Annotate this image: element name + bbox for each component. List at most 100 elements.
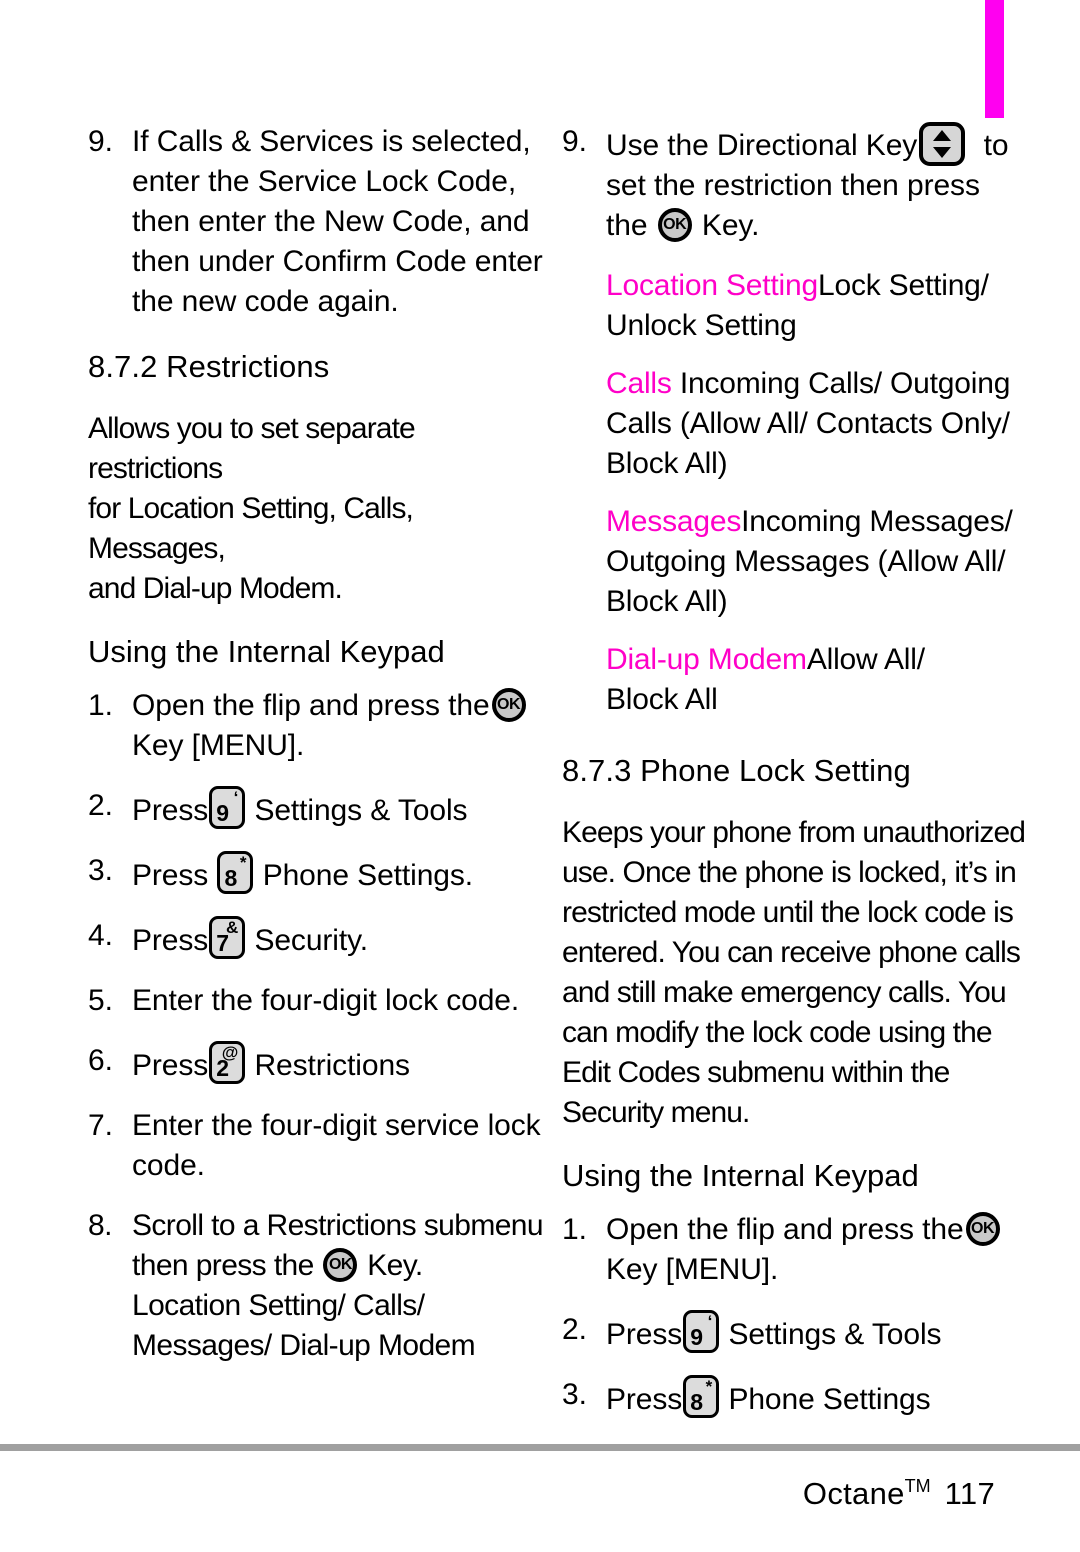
subheading-using-internal-keypad: Using the Internal Keypad	[562, 1158, 919, 1193]
step-text-after: Settings & Tools	[728, 1318, 942, 1351]
step-text-line3: Location Setting/ Calls/	[132, 1289, 425, 1322]
step-number: 6.	[88, 1044, 113, 1077]
body-line2: use. Once the phone is locked, it’s in	[562, 856, 1017, 889]
option-value-line1: Allow All/	[806, 643, 925, 676]
key-symbol: @	[221, 1043, 239, 1062]
option-calls: Calls Incoming Calls/ Outgoing Calls (Al…	[562, 364, 1027, 484]
step-number: 9.	[88, 125, 113, 158]
ok-key-icon: OK	[323, 1248, 358, 1282]
step-number: 9.	[562, 125, 587, 158]
keypad-8-icon: 8 *	[683, 1375, 720, 1418]
ok-key-icon: OK	[491, 688, 526, 722]
step-text: Enter the four-digit service lock	[132, 1109, 541, 1142]
page-number: 117	[944, 1476, 995, 1511]
step-3: 3. Press 8 * Phone Settings	[562, 1375, 1027, 1420]
option-value-line2: Unlock Setting	[606, 309, 797, 342]
subheading-using-internal-keypad: Using the Internal Keypad	[88, 634, 445, 669]
step-5: 5. Enter the four-digit lock code.	[88, 981, 553, 1021]
step-8: 8. Scroll to a Restrictions submenu then…	[88, 1206, 553, 1366]
key-symbol: ‘	[707, 1312, 713, 1331]
step-number: 3.	[562, 1378, 587, 1411]
left-column: 9. If Calls & Services is selected, ente…	[88, 122, 553, 1386]
option-location-setting: Location SettingLock Setting/ Unlock Set…	[562, 266, 1027, 346]
step-text-after: Restrictions	[254, 1049, 410, 1082]
step-text-line2: Key [MENU].	[132, 729, 305, 762]
body-line4: entered. You can receive phone calls	[562, 936, 1021, 969]
key-symbol: ‘	[233, 788, 239, 807]
arrow-down-icon	[933, 147, 952, 158]
option-dial-up-modem: Dial-up ModemAllow All/ Block All	[562, 640, 1027, 720]
directional-key-icon	[919, 122, 966, 166]
keypad-7-icon: 7 &	[209, 916, 246, 959]
option-value-line1: Incoming Calls/ Outgoing	[671, 367, 1011, 400]
step-text-after: Settings & Tools	[254, 794, 468, 827]
step-text: Open the flip and press the	[606, 1213, 964, 1246]
body-line7: Edit Codes submenu within the	[562, 1056, 950, 1089]
key-number: 9	[216, 800, 229, 826]
step-1: 1. Open the flip and press the OK Key [ME…	[562, 1210, 1027, 1290]
product-name: Octane	[802, 1476, 905, 1511]
step-text: Press	[132, 1049, 209, 1082]
left-continued-step-list: 9. If Calls & Services is selected, ente…	[88, 122, 553, 322]
step-text-after: Security.	[254, 924, 369, 957]
option-messages: MessagesIncoming Messages/ Outgoing Mess…	[562, 502, 1027, 622]
step-text: Open the flip and press the	[132, 689, 490, 722]
step-text-line1: If Calls & Services is selected,	[132, 125, 531, 158]
arrow-up-icon	[933, 130, 952, 141]
step-text-line2: enter the Service Lock Code,	[132, 165, 517, 198]
step-text-after: Phone Settings.	[262, 859, 474, 892]
body-line3: restricted mode until the lock code is	[562, 896, 1014, 929]
manual-page: 9. If Calls & Services is selected, ente…	[0, 0, 1080, 1552]
body-line6: can modify the lock code using the	[562, 1016, 993, 1049]
key-symbol: *	[239, 853, 247, 872]
keypad-8-icon: 8 *	[217, 851, 254, 894]
step-text: Press	[606, 1318, 683, 1351]
option-key: Messages	[606, 505, 742, 538]
step-text-line4: then under Confirm Code enter	[132, 245, 543, 278]
body-line3: and Dial-up Modem.	[88, 572, 343, 605]
step-text: Press	[606, 1383, 683, 1416]
step-text-line4: Messages/ Dial-up Modem	[132, 1329, 476, 1362]
step-text: Press	[132, 794, 209, 827]
step-number: 8.	[88, 1209, 112, 1242]
step-1: 1. Open the flip and press the OK Key [ME…	[88, 686, 553, 766]
step-9-continued: 9. If Calls & Services is selected, ente…	[88, 122, 553, 322]
step-text-line2: then press the OK Key.	[132, 1246, 553, 1286]
step-number: 2.	[88, 789, 113, 822]
footer: OctaneTM 117	[0, 1466, 995, 1514]
step-number: 5.	[88, 984, 113, 1017]
step-text: Press	[132, 924, 209, 957]
step-text-line2: set the restriction then press	[606, 169, 980, 202]
key-number: 9	[690, 1324, 703, 1350]
step-text-line3-before: the	[606, 209, 648, 242]
option-key: Calls	[606, 367, 672, 400]
body-line5: and still make emergency calls. You	[562, 976, 1007, 1009]
section-8-7-3-body: Keeps your phone from unauthorized use. …	[562, 813, 1027, 1133]
step-number: 3.	[88, 854, 113, 887]
keypad-9-icon: 9 ‘	[683, 1310, 720, 1353]
option-key: Dial-up Modem	[606, 643, 807, 676]
step-number: 4.	[88, 919, 113, 952]
body-line1: Keeps your phone from unauthorized	[562, 816, 1026, 849]
trademark-symbol: TM	[904, 1476, 931, 1496]
step-2: 2. Press 9 ‘ Settings & Tools	[88, 786, 553, 831]
section-8-7-2-body: Allows you to set separate restrictions …	[88, 409, 553, 609]
step-text-line2: code.	[132, 1149, 205, 1182]
keypad-9-icon: 9 ‘	[209, 786, 246, 829]
option-value-line2: Block All	[606, 683, 718, 716]
body-line2: for Location Setting, Calls, Messages,	[88, 492, 414, 565]
key-number: 8	[224, 865, 238, 891]
ok-key-icon: OK	[657, 208, 692, 242]
option-value-line2: Calls (Allow All/ Contacts Only/	[606, 407, 1010, 440]
step-text-line3-after: Key.	[701, 209, 760, 242]
option-value-line2: Outgoing Messages (Allow All/	[606, 545, 1006, 578]
ok-key-icon: OK	[965, 1212, 1000, 1246]
step-2: 2. Press 9 ‘ Settings & Tools	[562, 1310, 1027, 1355]
step-text-line2: Key [MENU].	[606, 1253, 779, 1286]
step-number: 1.	[88, 689, 113, 722]
step-text: Enter the four-digit lock code.	[132, 984, 520, 1017]
step-text-after: to	[983, 129, 1009, 162]
right-step-list: 1. Open the flip and press the OK Key [ME…	[562, 1210, 1027, 1420]
option-value-line3: Block All)	[606, 585, 728, 618]
key-symbol: &	[226, 918, 239, 937]
